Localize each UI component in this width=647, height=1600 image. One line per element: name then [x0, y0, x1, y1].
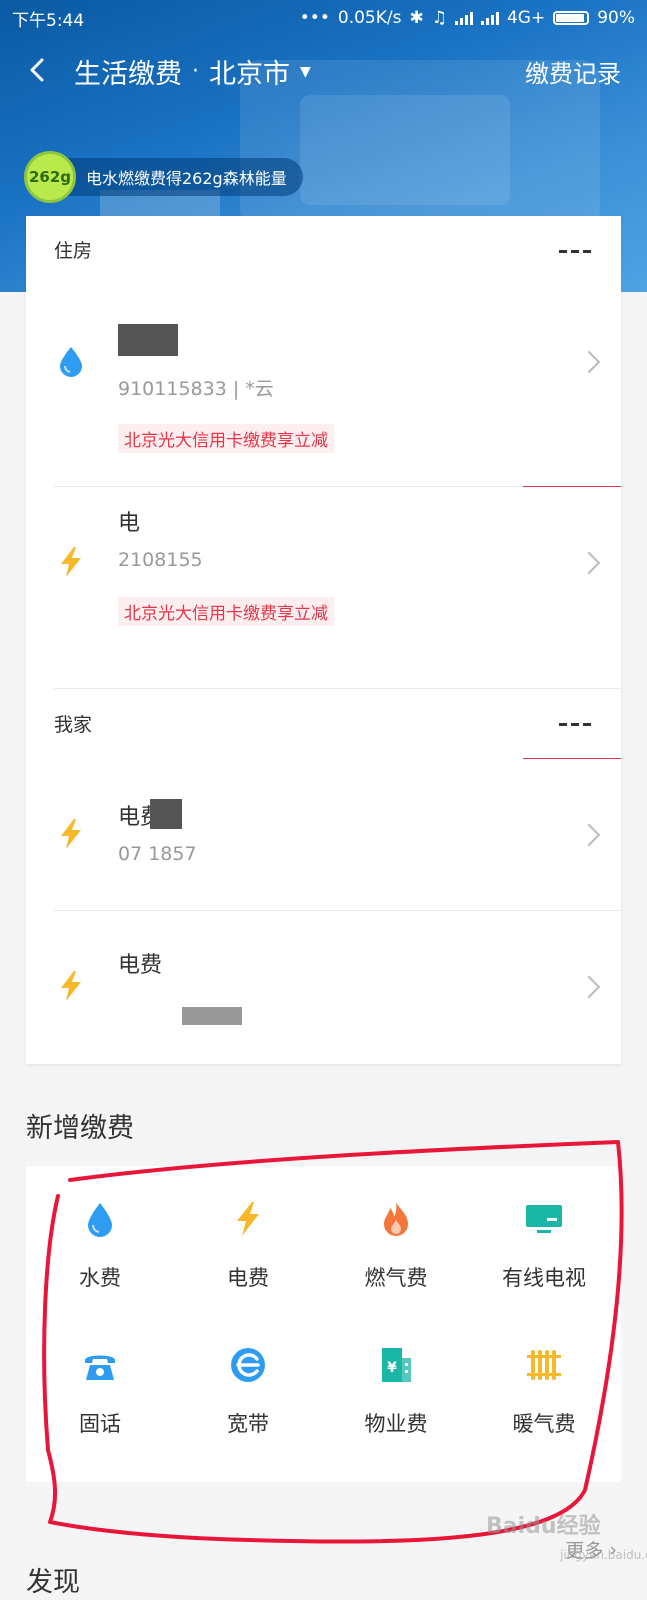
payment-type-label: 燃气费: [364, 1266, 428, 1290]
promo-tag[interactable]: 北京光大信用卡缴费享立减: [118, 597, 334, 626]
bill-account: 07 1857: [118, 843, 197, 865]
payment-type-heating[interactable]: 暖气费: [470, 1312, 618, 1442]
privacy-mask: [150, 799, 182, 829]
network-speed: 0.05K/s: [337, 8, 402, 28]
chevron-right-icon: [577, 823, 601, 847]
tv-icon: [526, 1205, 562, 1233]
group-title: 我家: [54, 714, 93, 736]
radiator-icon: [527, 1350, 561, 1380]
watermark-url: jingyan.baidu.com: [560, 1548, 647, 1562]
mute-icon: ♫: [431, 8, 447, 28]
water-drop-icon: [88, 1203, 112, 1237]
payment-record-button[interactable]: 缴费记录: [525, 54, 621, 89]
status-time: 下午5:44: [12, 10, 85, 31]
bill-item[interactable]: 水 910115833 | *云 北京光大信用卡缴费享立减: [26, 296, 621, 486]
lightning-icon: [61, 971, 81, 1001]
status-bar: 下午5:44 ••• 0.05K/s ✱ ♫ 4G+ 90%: [0, 0, 647, 36]
lightning-icon: [237, 1202, 259, 1236]
payment-type-electricity[interactable]: 电费: [174, 1166, 322, 1296]
chevron-right-icon: [577, 551, 601, 575]
bill-item[interactable]: 电 2108155 北京光大信用卡缴费享立减: [26, 487, 621, 687]
new-payment-grid: 水费 电费 燃气费 有线电视 固话 宽带 ¥ 物业费 暖气费: [26, 1166, 621, 1482]
svg-text:¥: ¥: [387, 1360, 397, 1376]
title-separator: ·: [192, 59, 199, 84]
city-selector[interactable]: 北京市: [209, 52, 290, 91]
chevron-right-icon: [577, 975, 601, 999]
bill-account: 2108155: [118, 549, 203, 571]
energy-amount-icon: 262g: [24, 151, 76, 203]
flame-icon: [384, 1202, 408, 1236]
payment-type-label: 电费: [227, 1266, 269, 1290]
divider: [54, 688, 621, 689]
water-drop-icon: [60, 347, 82, 377]
payment-type-label: 水费: [79, 1266, 121, 1290]
broadband-icon: [231, 1348, 265, 1382]
bill-account: 910115833 | *云: [118, 378, 274, 400]
payment-type-label: 有线电视: [502, 1266, 586, 1290]
lightning-icon: [61, 819, 81, 849]
discover-title: 发现: [26, 1567, 80, 1598]
payment-type-label: 暖气费: [512, 1412, 576, 1436]
bill-item[interactable]: 电费 07 1857: [26, 759, 621, 909]
promo-tag[interactable]: 北京光大信用卡缴费享立减: [118, 424, 334, 453]
more-options-icon[interactable]: [559, 250, 591, 253]
battery-level: 90%: [597, 8, 635, 28]
building-icon: ¥: [382, 1348, 411, 1382]
bluetooth-icon: ✱: [409, 8, 424, 28]
lightning-icon: [61, 547, 81, 577]
network-type: 4G+: [506, 8, 546, 28]
forest-energy-badge[interactable]: 262g 电水燃缴费得262g森林能量: [24, 151, 303, 203]
payment-type-label: 物业费: [364, 1412, 428, 1436]
signal-icon: [480, 11, 499, 25]
privacy-mask: [118, 324, 178, 356]
payment-type-broadband[interactable]: 宽带: [174, 1312, 322, 1442]
status-dots: •••: [299, 8, 330, 28]
bill-item[interactable]: 电费: [26, 911, 621, 1061]
my-bills-card: 住房 水 910115833 | *云 北京光大信用卡缴费享立减 电 21081…: [26, 216, 621, 1064]
chevron-right-icon: [577, 350, 601, 374]
payment-type-water[interactable]: 水费: [26, 1166, 174, 1296]
page-title[interactable]: 生活缴费 · 北京市 ▼: [74, 52, 311, 91]
payment-type-property[interactable]: ¥ 物业费: [322, 1312, 470, 1442]
more-options-icon[interactable]: [559, 723, 591, 726]
telephone-icon: [85, 1355, 115, 1380]
payment-type-landline[interactable]: 固话: [26, 1312, 174, 1442]
header-decoration: [300, 95, 510, 205]
page-title-text: 生活缴费: [74, 59, 182, 90]
nav-bar: 生活缴费 · 北京市 ▼ 缴费记录: [0, 40, 647, 104]
bill-name: 电费: [118, 953, 163, 978]
status-indicators: ••• 0.05K/s ✱ ♫ 4G+ 90%: [300, 8, 635, 28]
back-arrow-icon[interactable]: [26, 58, 50, 82]
payment-type-cable-tv[interactable]: 有线电视: [470, 1166, 618, 1296]
signal-icon: [454, 11, 473, 25]
payment-type-label: 固话: [79, 1412, 121, 1436]
energy-text: 电水燃缴费得262g森林能量: [86, 169, 287, 188]
payment-type-gas[interactable]: 燃气费: [322, 1166, 470, 1296]
bill-name: 电: [118, 511, 141, 536]
group-title: 住房: [54, 240, 93, 262]
watermark: Baidu经验: [486, 1514, 601, 1539]
battery-icon: [553, 11, 590, 25]
privacy-mask: [182, 1007, 242, 1025]
new-payment-title: 新增缴费: [26, 1113, 134, 1144]
caret-down-icon[interactable]: ▼: [300, 64, 311, 80]
payment-type-label: 宽带: [227, 1412, 269, 1436]
